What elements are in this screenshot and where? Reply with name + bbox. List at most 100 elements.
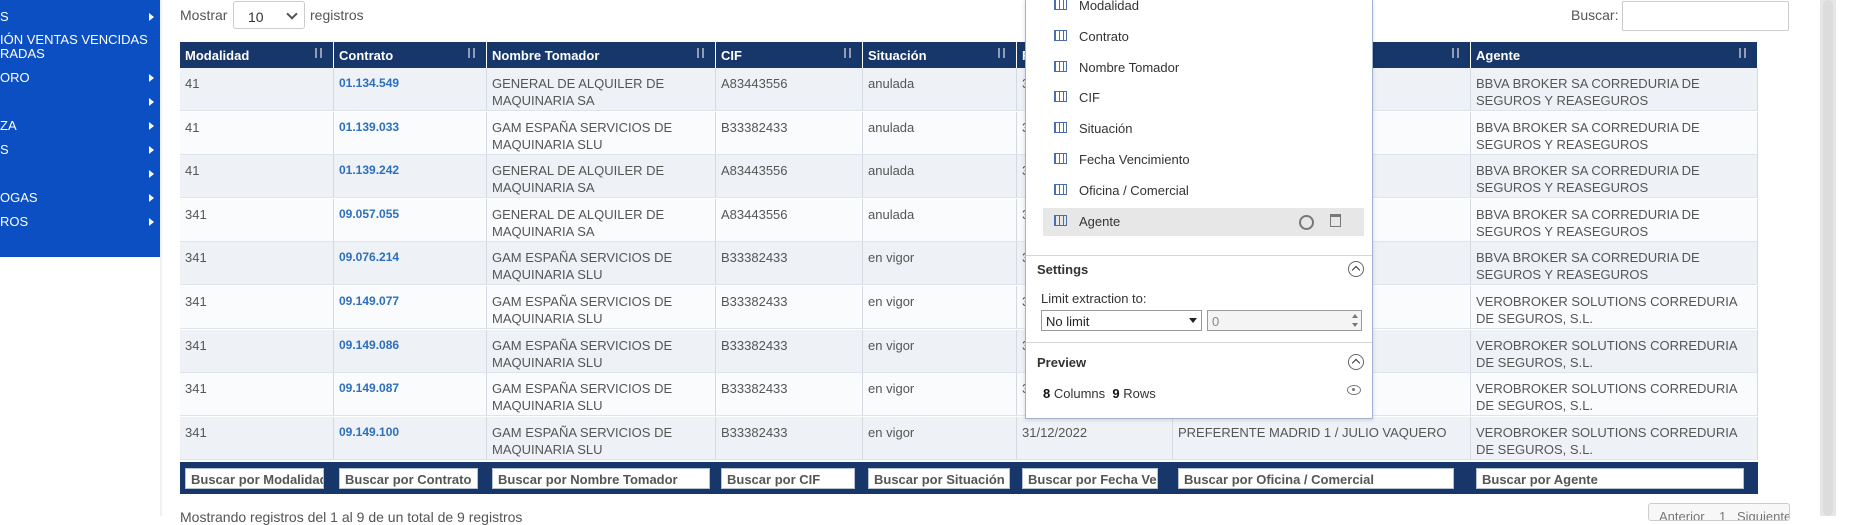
settings-collapse-button[interactable] — [1348, 261, 1364, 277]
page-1-button[interactable]: 1 — [1719, 509, 1726, 520]
scrollbar-thumb[interactable] — [1823, 0, 1833, 516]
cell-modalidad: 341 — [180, 286, 334, 328]
sidebar-item-7[interactable]: OGAS — [0, 191, 158, 205]
filter-input-cif[interactable]: Buscar por CIF — [721, 468, 855, 489]
page-length-select[interactable]: 10 — [233, 1, 305, 29]
limit-select[interactable]: No limit — [1041, 310, 1202, 331]
cell-agente: VEROBROKER SOLUTIONS CORREDURIA DE SEGUR… — [1471, 286, 1758, 328]
extract-column-item[interactable]: Oficina / Comercial — [1043, 177, 1364, 205]
extraction-panel: Modalidad Contrato Nombre Tomador CIF Situac… — [1025, 0, 1373, 419]
sidebar-item-0[interactable]: S — [0, 10, 158, 24]
sort-icon[interactable] — [996, 46, 1008, 60]
contract-link[interactable]: 09.149.087 — [334, 373, 487, 416]
col-header-contrato[interactable]: Contrato — [334, 42, 487, 68]
contract-link[interactable]: 09.149.077 — [334, 286, 487, 328]
col-header-agente[interactable]: Agente — [1471, 42, 1758, 68]
gear-icon[interactable] — [1299, 214, 1314, 230]
sidebar-item-5[interactable]: S — [0, 143, 158, 157]
filter-input-nombre-tomador[interactable]: Buscar por Nombre Tomador — [492, 468, 710, 489]
col-header-cif[interactable]: CIF — [716, 42, 863, 68]
contract-link[interactable]: 01.139.033 — [334, 111, 487, 154]
cell-situacion: en vigor — [863, 416, 1017, 459]
contract-link[interactable]: 09.149.086 — [334, 329, 487, 372]
extract-column-item[interactable]: Nombre Tomador — [1043, 54, 1364, 82]
sort-icon[interactable] — [1737, 46, 1749, 60]
contract-link[interactable]: 01.139.242 — [334, 155, 487, 198]
table-row[interactable]: 341 09.149.100 GAM ESPAÑA SERVICIOS DE MAQ… — [180, 416, 1758, 460]
extract-column-label: Fecha Vencimiento — [1079, 152, 1190, 167]
sort-icon[interactable] — [466, 46, 478, 60]
filter-input-contrato[interactable]: Buscar por Contrato — [339, 468, 478, 489]
table-row[interactable]: 41 01.139.242 GENERAL DE ALQUILER DE MAQUI… — [180, 155, 1758, 199]
contract-link[interactable]: 09.149.100 — [334, 416, 487, 459]
preview-rows-label: Rows — [1123, 386, 1156, 401]
sort-icon[interactable] — [695, 46, 707, 60]
cell-situacion: anulada — [863, 155, 1017, 198]
contract-link[interactable]: 09.076.214 — [334, 242, 487, 285]
sort-icon[interactable] — [842, 46, 854, 60]
table-row[interactable]: 341 09.057.055 GENERAL DE ALQUILER DE MAQU… — [180, 198, 1758, 242]
preview-title: Preview — [1037, 355, 1087, 370]
contract-link[interactable]: 09.057.055 — [334, 198, 487, 241]
preview-summary: 8 Columns 9 Rows — [1043, 386, 1156, 401]
col-header-modalidad[interactable]: Modalidad — [180, 42, 334, 68]
extract-column-item[interactable]: Agente — [1043, 207, 1364, 236]
search-input[interactable] — [1622, 1, 1789, 31]
sort-icon[interactable] — [1450, 46, 1462, 60]
cell-situacion: en vigor — [863, 373, 1017, 416]
eye-icon[interactable] — [1347, 385, 1361, 395]
cell-nombre-tomador: GAM ESPAÑA SERVICIOS DE MAQUINARIA SLU — [487, 286, 716, 328]
filter-input-modalidad[interactable]: Buscar por Modalidad — [185, 468, 324, 489]
divider — [1026, 255, 1372, 256]
cell-nombre-tomador: GAM ESPAÑA SERVICIOS DE MAQUINARIA SLU — [487, 373, 716, 416]
extract-column-item[interactable]: Modalidad — [1043, 0, 1364, 20]
prev-page-button[interactable]: Anterior — [1659, 509, 1705, 520]
cell-cif: B33382433 — [716, 373, 863, 416]
chevron-right-icon — [149, 98, 154, 106]
preview-collapse-button[interactable] — [1348, 354, 1364, 370]
contract-link[interactable]: 01.134.549 — [334, 68, 487, 110]
sidebar-splitter[interactable] — [160, 0, 162, 516]
extract-column-label: CIF — [1079, 90, 1100, 106]
table-info: Mostrando registros del 1 al 9 de un tot… — [180, 509, 523, 525]
col-header-situacion[interactable]: Situación — [863, 42, 1017, 68]
cell-situacion: en vigor — [863, 329, 1017, 372]
spinner-icon[interactable] — [1352, 314, 1358, 328]
chevron-down-icon — [286, 8, 298, 20]
cell-modalidad: 41 — [180, 155, 334, 198]
length-label: Mostrar — [180, 7, 228, 23]
sidebar-item-2[interactable]: ORO — [0, 71, 158, 85]
filter-input-situacion[interactable]: Buscar por Situación — [868, 468, 1010, 489]
table-column-icon — [1054, 29, 1067, 41]
col-header-nombre-tomador[interactable]: Nombre Tomador — [487, 42, 716, 68]
limit-number-input[interactable]: 0 — [1207, 310, 1362, 331]
table-row[interactable]: 341 09.149.087 GAM ESPAÑA SERVICIOS DE MAQ… — [180, 373, 1758, 417]
extract-column-item[interactable]: Fecha Vencimiento — [1043, 146, 1364, 174]
cell-oficina: PREFERENTE MADRID 1 / JULIO VAQUERO — [1173, 416, 1471, 459]
filter-input-agente[interactable]: Buscar por Agente — [1476, 468, 1744, 489]
cell-situacion: en vigor — [863, 286, 1017, 328]
table-row[interactable]: 41 01.134.549 GENERAL DE ALQUILER DE MAQUI… — [180, 68, 1758, 111]
table-row[interactable]: 41 01.139.033 GAM ESPAÑA SERVICIOS DE MAQU… — [180, 111, 1758, 155]
sort-icon[interactable] — [313, 46, 325, 60]
sidebar-item-8[interactable]: ROS — [0, 215, 158, 229]
extract-column-item[interactable]: Situación — [1043, 115, 1364, 143]
chevron-right-icon — [149, 194, 154, 202]
settings-title: Settings — [1037, 262, 1089, 277]
extract-column-item[interactable]: CIF — [1043, 84, 1364, 112]
cell-modalidad: 341 — [180, 242, 334, 285]
cell-nombre-tomador: GAM ESPAÑA SERVICIOS DE MAQUINARIA SLU — [487, 416, 716, 459]
next-page-button[interactable]: Siguiente — [1737, 509, 1789, 520]
sidebar-item-label: ROS — [0, 214, 29, 229]
extract-column-item[interactable]: Contrato — [1043, 23, 1364, 51]
table-row[interactable]: 341 09.149.086 GAM ESPAÑA SERVICIOS DE MAQ… — [180, 329, 1758, 373]
cell-modalidad: 341 — [180, 416, 334, 459]
sidebar-item-4[interactable]: ZA — [0, 119, 158, 133]
trash-icon[interactable] — [1330, 213, 1341, 227]
filter-input-fecha[interactable]: Buscar por Fecha Vencimiento — [1022, 468, 1158, 489]
chevron-right-icon — [149, 218, 154, 226]
sidebar-item-1[interactable]: IÓN VENTAS VENCIDAS RADAS — [0, 33, 158, 61]
filter-input-oficina[interactable]: Buscar por Oficina / Comercial — [1178, 468, 1454, 489]
table-row[interactable]: 341 09.076.214 GAM ESPAÑA SERVICIOS DE MAQ… — [180, 242, 1758, 286]
table-row[interactable]: 341 09.149.077 GAM ESPAÑA SERVICIOS DE MAQ… — [180, 286, 1758, 329]
